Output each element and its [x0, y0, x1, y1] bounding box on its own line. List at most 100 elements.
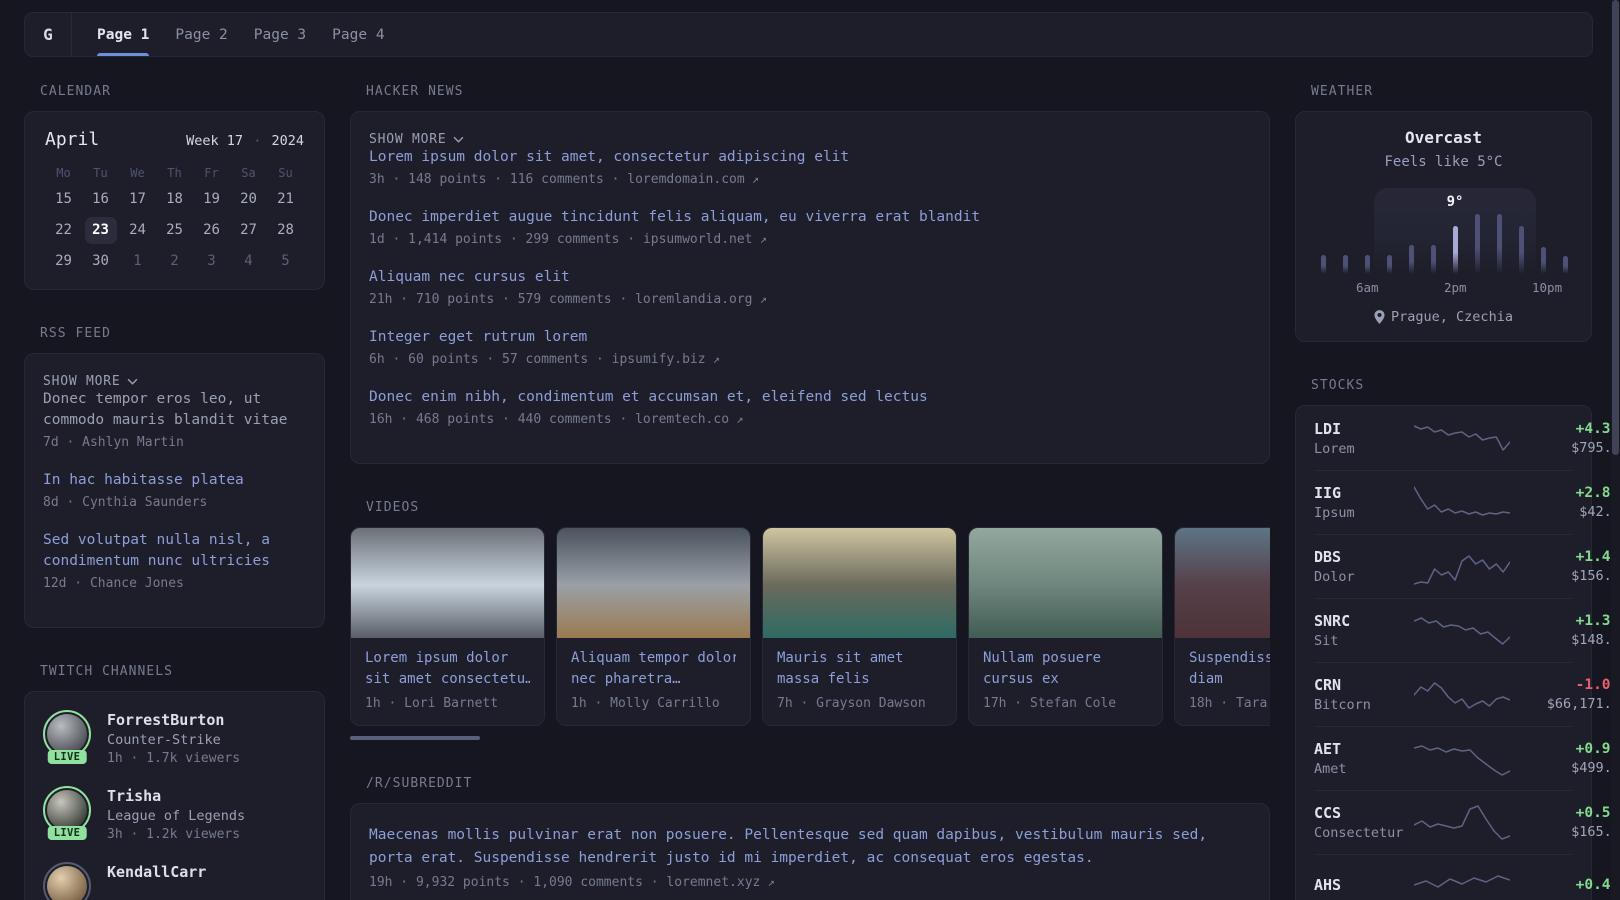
twitch-channel-row[interactable]: LIVE ForrestBurton Counter-Strike 1h · 1…: [43, 710, 306, 766]
stock-sparkline: [1414, 804, 1510, 840]
page-tab[interactable]: Page 3: [254, 13, 306, 56]
feed-item: In hac habitasse platea 8d · Cynthia Sau…: [43, 470, 306, 510]
stock-price: $165.84: [1571, 824, 1620, 840]
videos-scrollbar-thumb[interactable]: [350, 736, 480, 741]
stock-row[interactable]: LDI Lorem +4.35% $795.18: [1314, 406, 1620, 470]
page-scrollbar-thumb[interactable]: [1612, 0, 1619, 455]
video-thumbnail: [1175, 528, 1270, 639]
video-thumbnail: [557, 528, 750, 639]
feed-item-meta-text: 12d · Chance Jones: [43, 576, 184, 592]
video-meta: 17h · Stefan Cole: [983, 696, 1117, 712]
feed-item-title-link[interactable]: Lorem ipsum dolor sit amet, consectetur …: [369, 147, 1251, 168]
weather-widget: WEATHER Overcast Feels like 5°C 9° 6am 2p…: [1295, 84, 1592, 342]
videos-widget: VIDEOS Lorem ipsum dolor sit amet consect…: [350, 500, 1270, 741]
feed-item-source-link[interactable]: loremlandia.org: [635, 292, 752, 307]
feed-item-source-link[interactable]: loremdomain.com: [627, 172, 744, 187]
weather-bar-cell: [1488, 188, 1510, 274]
video-card[interactable]: Nullam posuere cursus ex 17h · Stefan Col…: [968, 527, 1163, 727]
page-scrollbar[interactable]: [1611, 0, 1620, 900]
feed-item-title-link[interactable]: Donec tempor eros leo, ut commodo mauris…: [43, 389, 306, 431]
feed-item-source-link[interactable]: loremtech.co: [635, 412, 729, 427]
video-thumbnail: [763, 528, 956, 639]
stock-symbol: AET: [1314, 740, 1342, 758]
stock-row[interactable]: CCS Consectetur +0.51% $165.84: [1314, 790, 1620, 854]
stock-name: Amet: [1314, 761, 1347, 777]
rss-show-more-button[interactable]: SHOW MORE: [43, 374, 138, 389]
avatar: LIVE: [43, 710, 91, 765]
page-tab[interactable]: Page 1: [97, 13, 150, 56]
avatar-image: [47, 714, 87, 755]
feed-item-title-link[interactable]: Integer eget rutrum lorem: [369, 327, 1251, 348]
feed-item-title-link[interactable]: Donec imperdiet augue tincidunt felis al…: [369, 207, 1251, 228]
feed-item-source-link[interactable]: ipsumify.biz: [612, 352, 706, 367]
feed-item-title-link[interactable]: In hac habitasse platea: [43, 470, 306, 491]
video-card[interactable]: Suspendissediam 18h · Tara: [1174, 527, 1270, 727]
stock-values: +0.51% $165.84: [1510, 805, 1620, 840]
stock-name: Lorem: [1314, 440, 1355, 457]
twitch-channel-row[interactable]: LIVE Trisha League of Legends 3h · 1.2k …: [43, 786, 306, 842]
calendar-day: 3: [207, 253, 216, 269]
stock-change: +1.36%: [1575, 613, 1620, 629]
stock-identity: CRN Bitcorn: [1314, 676, 1414, 713]
video-meta: 1h · Lori Barnett: [365, 696, 499, 712]
stock-change: +0.51%: [1575, 805, 1620, 821]
weather-time-label: [1510, 280, 1532, 295]
stock-sparkline: [1414, 681, 1510, 709]
stock-symbol: LDI: [1314, 419, 1342, 438]
feed-item-source-link[interactable]: ipsumworld.net: [643, 232, 753, 247]
video-card[interactable]: Lorem ipsum dolor sit amet consectetu… 1h…: [350, 527, 545, 727]
page-tab[interactable]: Page 4: [332, 13, 384, 56]
rss-card: SHOW MORE Donec tempor eros leo, ut comm…: [24, 353, 325, 629]
weather-time-label: 2pm: [1444, 280, 1467, 295]
show-more-label: SHOW MORE: [369, 132, 447, 147]
stock-values: +1.36% $148.64: [1510, 613, 1620, 648]
feed-item-title-link[interactable]: Aliquam nec cursus elit: [369, 267, 1251, 288]
video-card-body: Nullam posuere cursus ex 17h · Stefan Col…: [969, 638, 1162, 725]
video-card-body: Mauris sit amet massa felis 7h · Grayson …: [763, 638, 956, 725]
calendar-days-grid: 15 16 17 18 19 20 21 22 23 24 25 26 27 28 29 30 1 2 3 4 5: [45, 186, 304, 275]
feed-item-source-link[interactable]: loremnet.xyz: [666, 875, 760, 890]
location-pin-icon: [1374, 310, 1385, 324]
stock-row[interactable]: AHS +0.46%: [1314, 854, 1620, 900]
twitch-channel-meta: 1h · 1.7k viewers: [107, 751, 241, 767]
stock-row[interactable]: DBS Dolor +1.42% $156.28: [1314, 534, 1620, 598]
stock-row[interactable]: IIG Ipsum +2.84% $42.04: [1314, 470, 1620, 534]
app-logo[interactable]: G: [25, 13, 72, 56]
stock-row[interactable]: SNRC Sit +1.36% $148.64: [1314, 598, 1620, 662]
video-card[interactable]: Aliquam tempor dolor nec pharetra… 1h · M…: [556, 527, 751, 727]
hackernews-show-more-button[interactable]: SHOW MORE: [369, 132, 464, 147]
weather-bar-cell: [1334, 188, 1356, 274]
calendar-day: 28: [277, 222, 294, 238]
calendar-day: 18: [166, 191, 183, 207]
stock-row[interactable]: CRN Bitcorn -1.00% $66,171.48: [1314, 662, 1620, 726]
feed-item: Lorem ipsum dolor sit amet, consectetur …: [369, 147, 1251, 187]
weather-bar-cell: [1400, 188, 1422, 274]
feed-item-title-link[interactable]: Maecenas mollis pulvinar erat non posuer…: [369, 824, 1251, 870]
stock-values: +4.35% $795.18: [1510, 421, 1620, 456]
weather-bar: [1562, 256, 1568, 274]
feed-item-title-link[interactable]: Donec enim nibh, condimentum et accumsan…: [369, 387, 1251, 408]
right-column: WEATHER Overcast Feels like 5°C 9° 6am 2p…: [1295, 84, 1620, 900]
video-card[interactable]: Mauris sit amet massa felis 7h · Grayson …: [762, 527, 957, 727]
stock-row[interactable]: AET Amet +0.92% $499.72: [1314, 726, 1620, 790]
weather-feels-like: Feels like 5°C: [1384, 154, 1503, 170]
twitch-channel-info: Trisha League of Legends 3h · 1.2k viewe…: [107, 786, 245, 842]
calendar-year: 2024: [271, 133, 304, 149]
twitch-widget: TWITCH CHANNELS LIVE ForrestBurton Count…: [24, 664, 325, 900]
calendar-day: 25: [166, 222, 183, 238]
twitch-channel-row[interactable]: KendallCarr: [43, 862, 306, 900]
page-tab[interactable]: Page 2: [175, 13, 227, 56]
stock-sparkline: [1414, 616, 1510, 645]
feed-item-title-link[interactable]: Sed volutpat nulla nisl, a condimentum n…: [43, 530, 306, 572]
weather-bar: [1342, 255, 1348, 274]
stock-price: $795.18: [1571, 439, 1620, 456]
weather-time-label: 10pm: [1532, 280, 1563, 295]
avatar: LIVE: [43, 786, 91, 841]
weather-location: Prague, Czechia: [1391, 309, 1513, 325]
live-badge: LIVE: [47, 750, 87, 765]
stock-name: Dolor: [1314, 569, 1355, 585]
calendar-weekday: Su: [278, 166, 293, 180]
videos-scrollbar[interactable]: [350, 736, 1270, 741]
chevron-down-icon: [454, 136, 464, 143]
hackernews-card: SHOW MORE Lorem ipsum dolor sit amet, co…: [350, 111, 1270, 465]
